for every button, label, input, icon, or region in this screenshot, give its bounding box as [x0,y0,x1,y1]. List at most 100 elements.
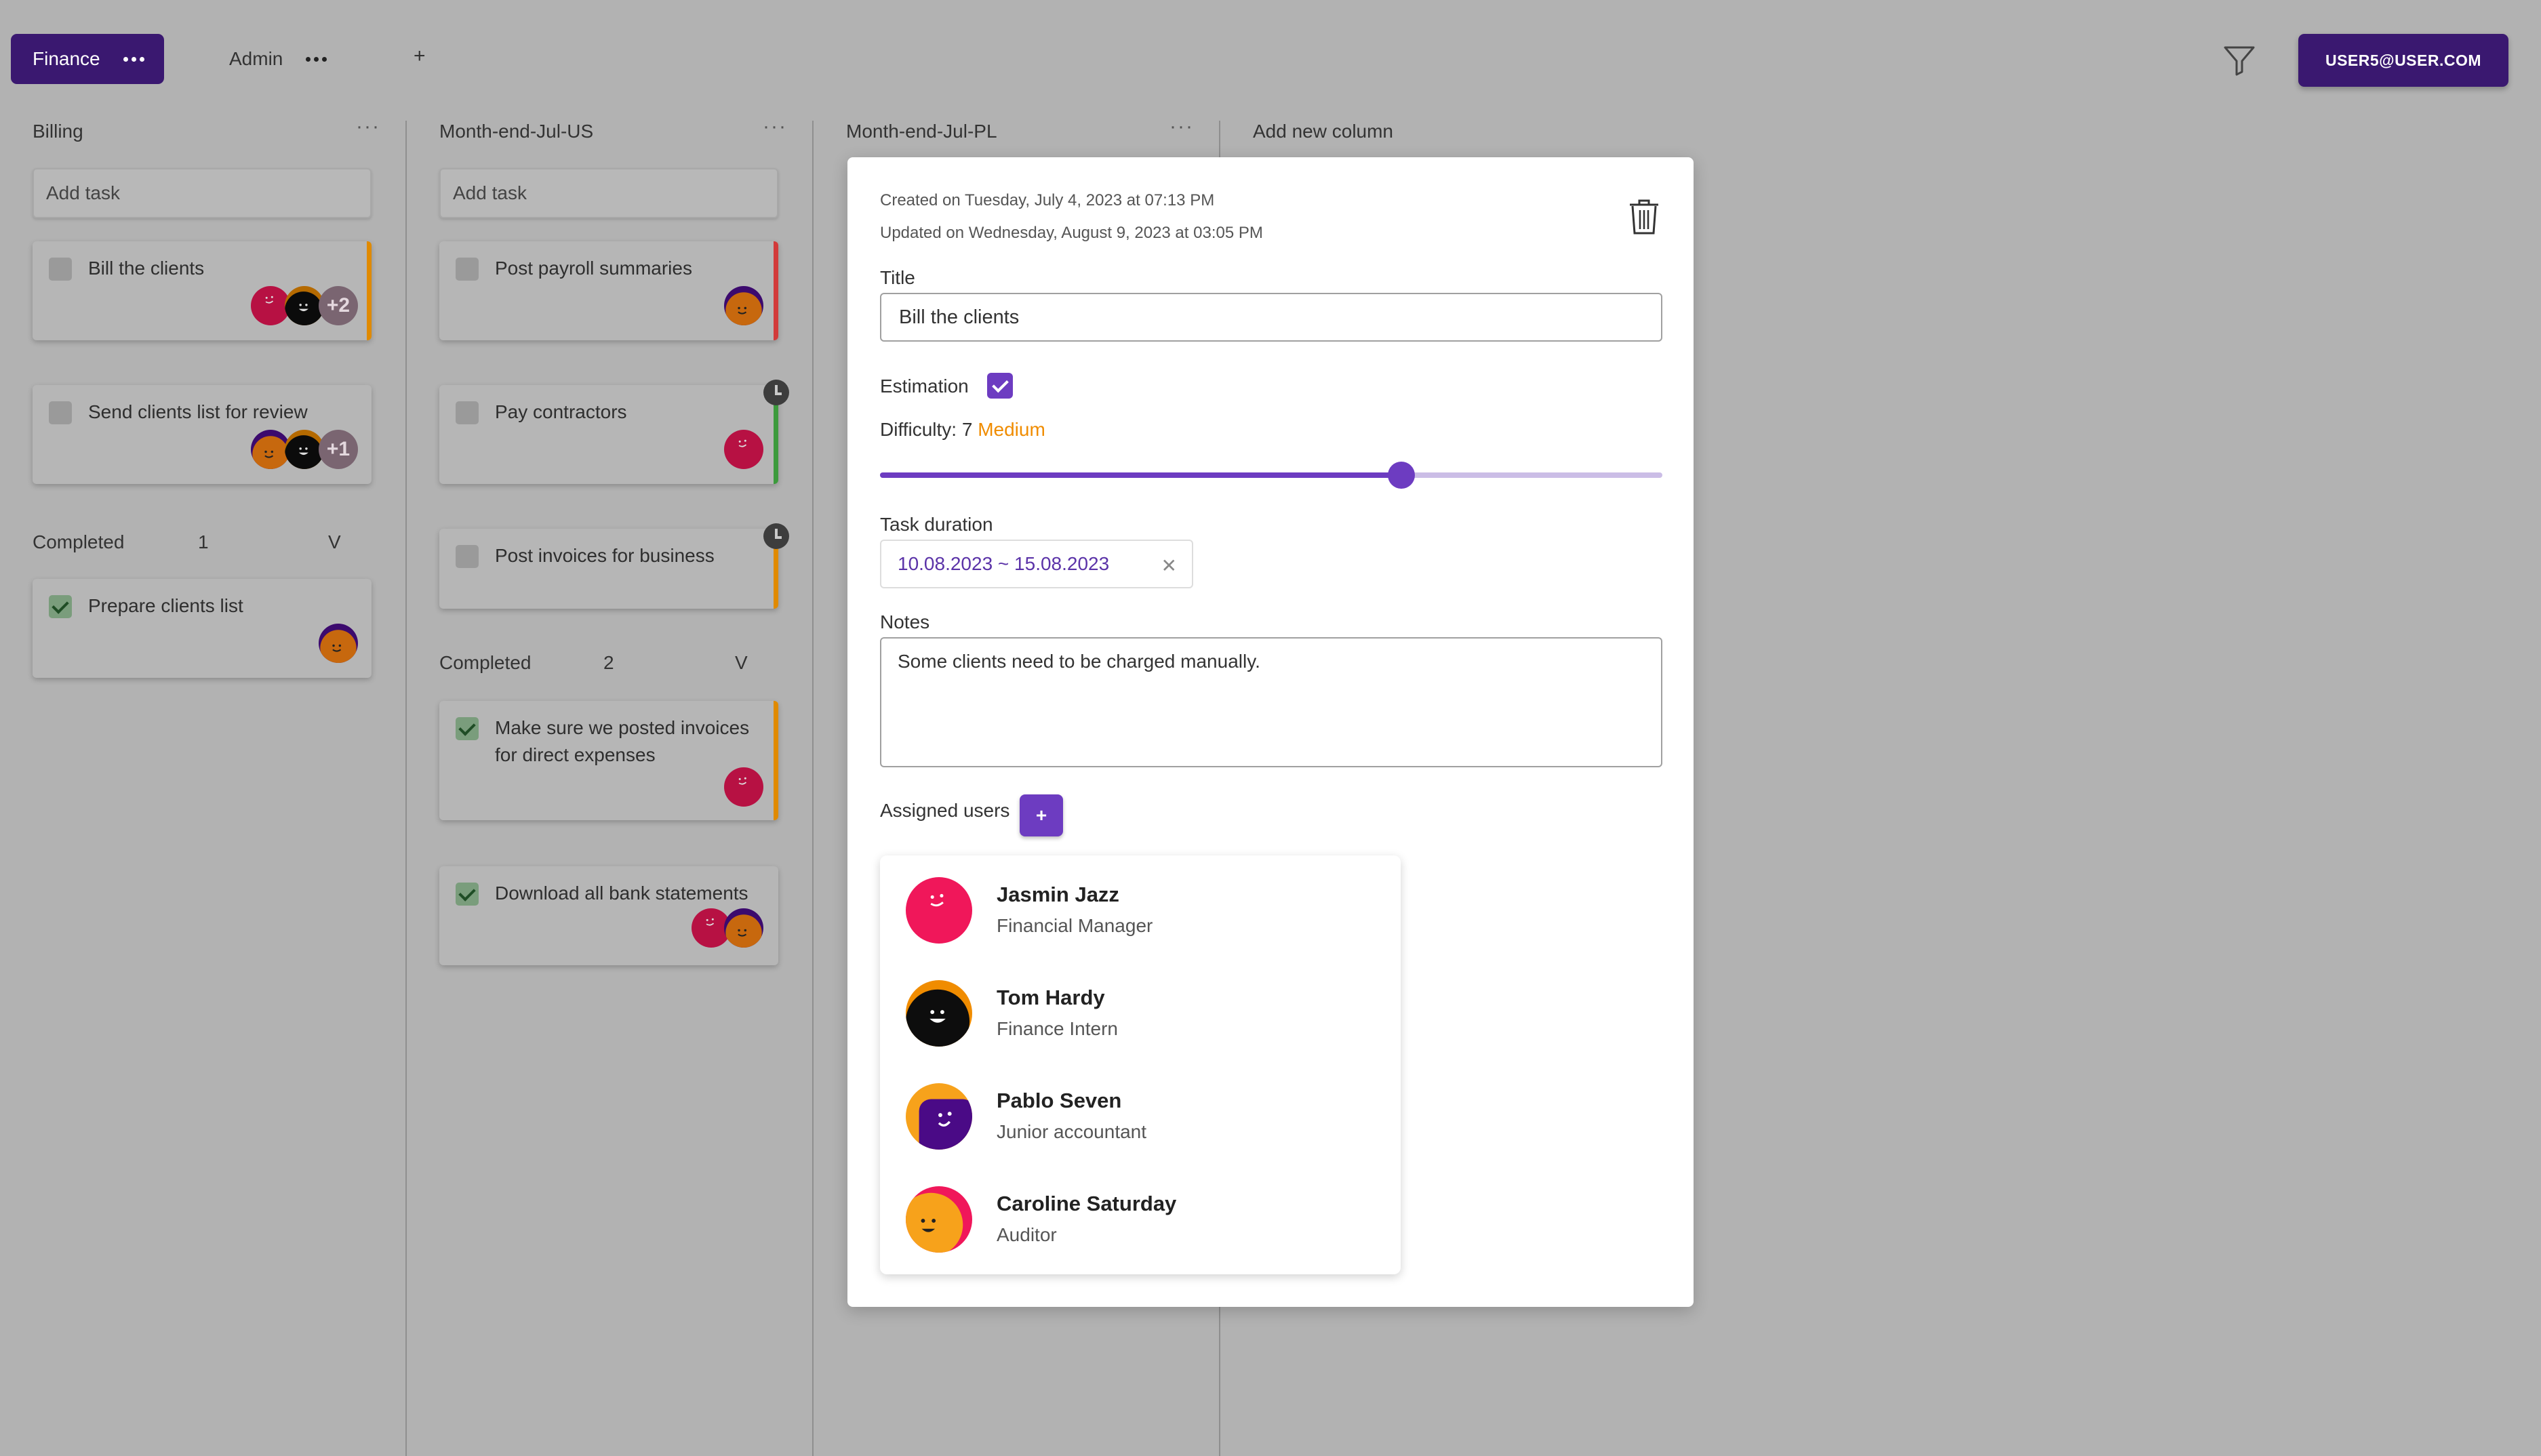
more-options-icon[interactable] [123,56,144,62]
created-timestamp: Created on Tuesday, July 4, 2023 at 07:1… [880,191,1215,209]
task-card[interactable]: Make sure we posted invoices for direct … [439,701,778,820]
more-assignees-badge: +1 [319,430,358,469]
task-card[interactable]: Pay contractors [439,385,778,484]
workspace-tab-label: Admin [229,48,283,69]
task-title: Pay contractors [495,401,627,422]
task-checkbox[interactable] [456,545,479,568]
column-divider [405,121,407,1456]
difficulty-level: Medium [978,419,1045,440]
more-options-icon[interactable] [306,56,327,62]
column-menu-icon[interactable]: ··· [1169,115,1194,138]
task-checkbox[interactable] [456,258,479,281]
task-title: Make sure we posted invoices for direct … [495,717,750,765]
column-title[interactable]: Billing [33,121,83,142]
user-list-item[interactable]: Jasmin Jazz Financial Manager [906,877,1380,945]
date-range-value: 10.08.2023 ~ 15.08.2023 [898,553,1110,574]
avatar [724,286,763,325]
estimation-checkbox[interactable] [987,373,1013,399]
user-list-item[interactable]: Pablo Seven Junior accountant [906,1083,1380,1151]
clock-icon [763,380,789,405]
add-workspace-button[interactable]: + [414,45,426,68]
add-task-input[interactable]: Add task [33,168,372,218]
add-task-input[interactable]: Add task [439,168,778,218]
avatar [724,908,763,948]
task-checkbox[interactable] [456,401,479,424]
priority-stripe [774,701,778,820]
user-role: Financial Manager [997,915,1153,936]
notes-textarea[interactable]: Some clients need to be charged manually… [880,637,1662,767]
notes-label: Notes [880,611,930,632]
avatar [906,1186,972,1253]
difficulty-slider[interactable] [880,462,1662,489]
task-card[interactable]: Send clients list for review +1 [33,385,372,484]
avatar [724,430,763,469]
user-name: Caroline Saturday [997,1192,1177,1215]
task-card[interactable]: Post invoices for business [439,529,778,609]
completed-section-label: Completed [33,531,125,552]
task-card[interactable]: Bill the clients +2 [33,241,372,340]
task-title: Post payroll summaries [495,258,692,279]
task-title: Download all bank statements [495,883,748,904]
workspace-tab-admin[interactable]: Admin [229,34,327,84]
task-title: Prepare clients list [88,595,243,616]
user-account-button[interactable]: USER5@USER.COM [2298,34,2508,87]
task-checkbox-checked[interactable] [456,717,479,740]
user-list-item[interactable]: Tom Hardy Finance Intern [906,980,1380,1048]
completed-toggle-button[interactable]: V [328,531,341,553]
task-checkbox[interactable] [49,401,72,424]
more-assignees-badge: +2 [319,286,358,325]
task-card[interactable]: Prepare clients list [33,579,372,678]
filter-icon[interactable] [2222,43,2256,77]
avatar [319,624,358,663]
completed-section-label: Completed [439,652,532,673]
column-divider [812,121,814,1456]
avatar [724,767,763,807]
task-card[interactable]: Download all bank statements [439,866,778,965]
column-title[interactable]: Month-end-Jul-US [439,121,593,142]
task-title: Send clients list for review [88,401,308,422]
completed-count: 2 [603,652,614,673]
column-menu-icon[interactable]: ··· [356,115,380,138]
difficulty-value: Difficulty: 7 [880,419,973,440]
task-detail-modal: Created on Tuesday, July 4, 2023 at 07:1… [847,157,1694,1307]
task-checkbox-checked[interactable] [456,883,479,906]
workspace-tab-finance[interactable]: Finance [11,34,164,84]
user-role: Auditor [997,1224,1057,1245]
title-label: Title [880,267,915,288]
updated-timestamp: Updated on Wednesday, August 9, 2023 at … [880,224,1263,242]
clock-icon [763,523,789,549]
user-name: Pablo Seven [997,1089,1122,1112]
avatar [906,877,972,944]
trash-icon[interactable] [1627,198,1661,236]
task-title: Bill the clients [88,258,205,279]
completed-count: 1 [198,531,209,552]
user-role: Junior accountant [997,1121,1147,1142]
difficulty-slider-fill [880,472,1402,478]
add-new-column-button[interactable]: Add new column [1253,121,1393,142]
avatar [906,1083,972,1150]
title-input[interactable]: Bill the clients [880,293,1662,342]
task-title: Post invoices for business [495,545,715,566]
add-user-button[interactable]: + [1020,794,1063,836]
completed-toggle-button[interactable]: V [735,652,748,674]
priority-stripe [367,241,372,340]
date-range-picker[interactable]: 10.08.2023 ~ 15.08.2023 ✕ [880,540,1193,588]
priority-stripe [774,241,778,340]
user-list-item[interactable]: Caroline Saturday Auditor [906,1186,1380,1254]
task-card[interactable]: Post payroll summaries [439,241,778,340]
user-name: Jasmin Jazz [997,883,1119,906]
duration-label: Task duration [880,514,993,535]
task-checkbox[interactable] [49,258,72,281]
workspace-tab-label: Finance [33,48,100,69]
assigned-users-label: Assigned users [880,800,1010,821]
difficulty-slider-thumb[interactable] [1388,462,1416,489]
column-title[interactable]: Month-end-Jul-PL [846,121,997,142]
assigned-users-list: Jasmin Jazz Financial Manager Tom Hardy … [880,855,1401,1274]
user-name: Tom Hardy [997,986,1105,1009]
user-role: Finance Intern [997,1018,1118,1039]
clear-icon[interactable]: ✕ [1161,554,1177,577]
column-menu-icon[interactable]: ··· [763,115,787,138]
avatar [906,980,972,1047]
difficulty-label: Difficulty: 7 Medium [880,419,1045,441]
task-checkbox-checked[interactable] [49,595,72,618]
